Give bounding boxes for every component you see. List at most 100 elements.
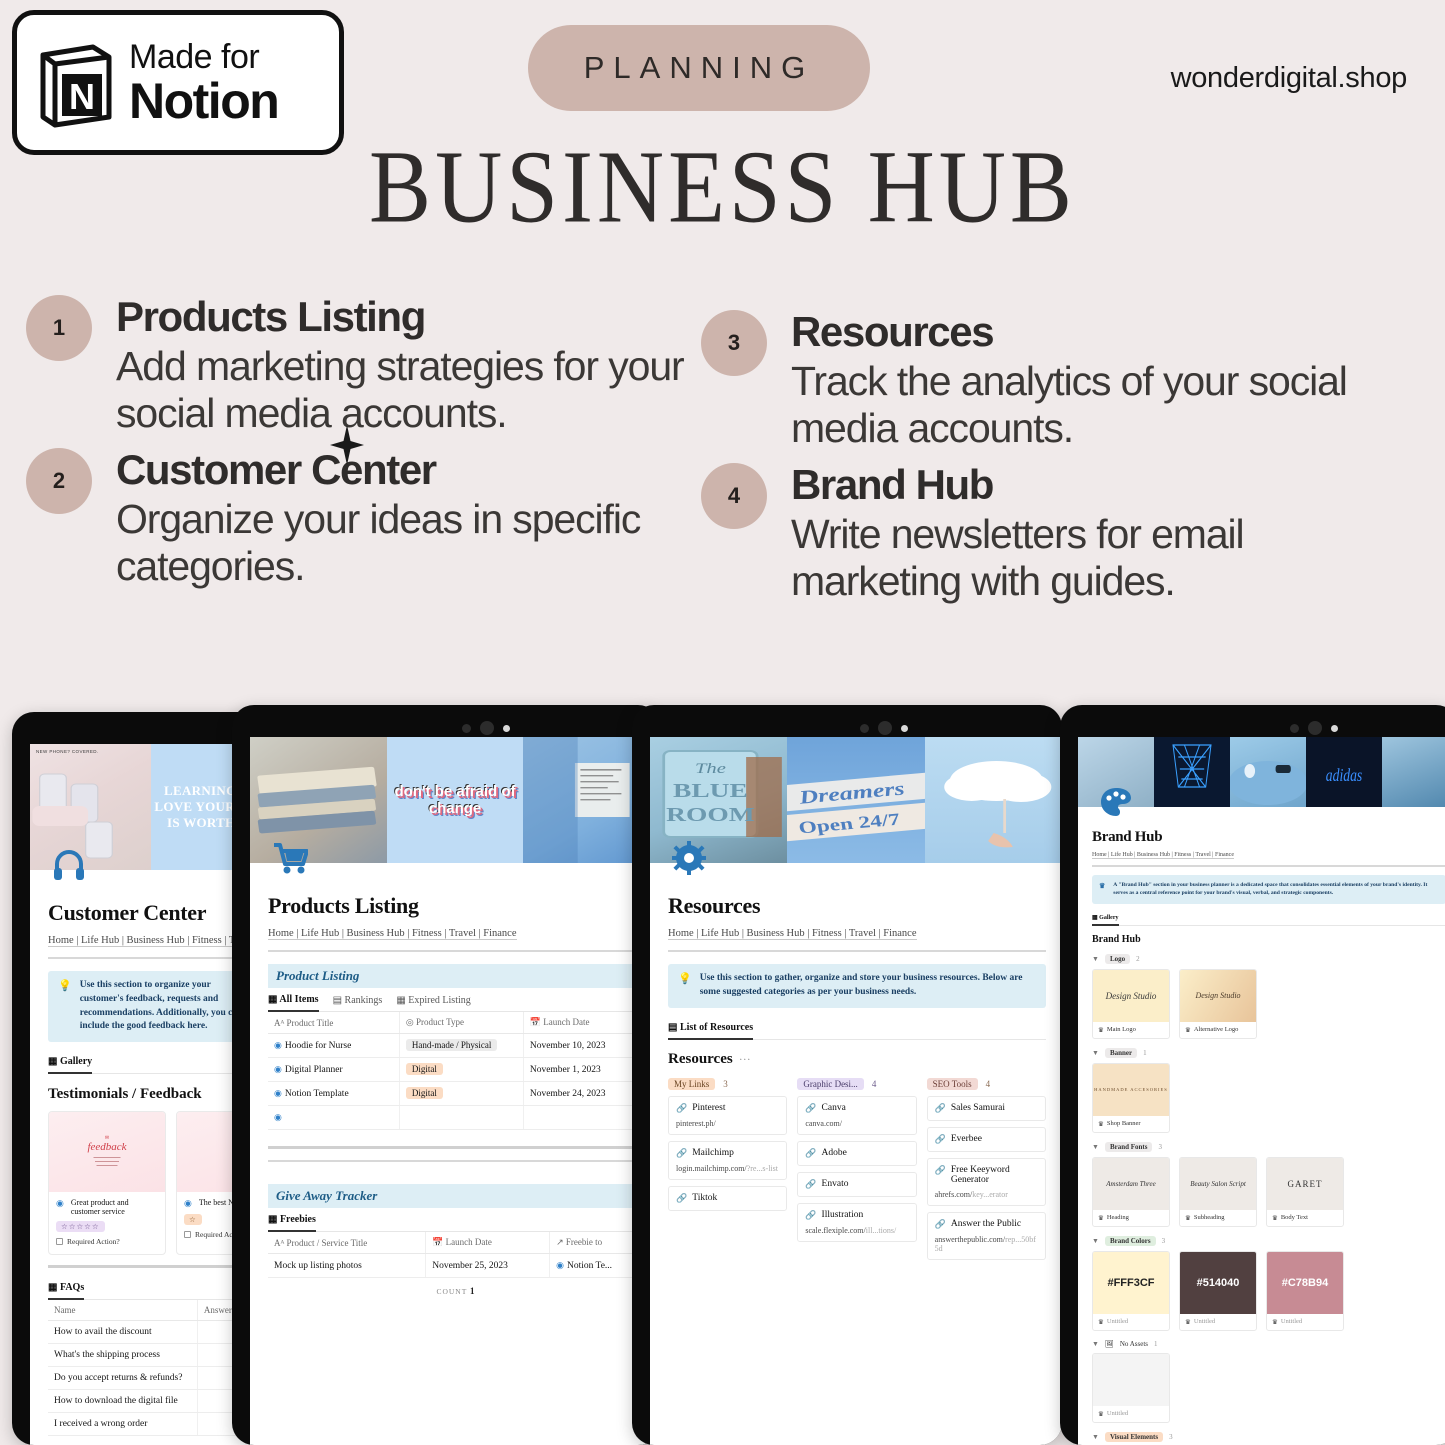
table-row[interactable]: ◉ Digital Planner Digital November 1, 202… [268, 1057, 645, 1082]
faq-view-tabs[interactable]: ▦ FAQs [48, 1282, 256, 1301]
view-tabs[interactable]: ▦ Gallery [1092, 914, 1445, 926]
freebies-view-tabs[interactable]: ▦ Freebies [268, 1214, 644, 1232]
table-row[interactable]: ◉ Notion Template Digital November 24, 20… [268, 1081, 645, 1106]
table-row[interactable]: What's the shipping process [48, 1343, 257, 1368]
feature-title: Resources [791, 308, 995, 355]
column-header[interactable]: My Links 3 [668, 1077, 787, 1096]
column-header[interactable]: ↗ Freebie to [549, 1232, 644, 1254]
table-header-row: Aᴬ Product Title ◎ Product Type 📅 Launch… [268, 1012, 645, 1034]
breadcrumb[interactable]: Home | Life Hub | Business Hub | Fitness… [268, 928, 644, 940]
group-header[interactable]: ▼ 🖼 No Assets 1 [1092, 1340, 1445, 1348]
group-header[interactable]: ▼ Visual Elements 3 [1092, 1431, 1445, 1442]
view-tabs[interactable]: ▦ All Items ▤ Rankings ▦ Expired Listing [268, 994, 644, 1012]
divider [48, 1265, 256, 1269]
product-title: ◉ Notion Template [268, 1081, 400, 1106]
tab-all-items[interactable]: ▦ All Items [268, 994, 319, 1012]
planning-label: PLANNING [583, 50, 815, 85]
gallery-card[interactable]: GARET ♛ Body Text [1266, 1156, 1344, 1227]
link-icon: 🔗 [676, 1102, 688, 1113]
table-header-row: Aᴬ Product / Service Title 📅 Launch Date… [268, 1232, 644, 1254]
checkbox-label: Required Action? [67, 1237, 120, 1247]
table-row-new[interactable]: ◉ [268, 1105, 645, 1130]
gallery-card[interactable]: Amsterdam Three ♛ Heading [1092, 1156, 1170, 1227]
group-count: 2 [1136, 954, 1140, 963]
crown-icon: ♛ [1272, 1318, 1278, 1326]
type-tag: Digital [405, 1087, 443, 1099]
column-header[interactable]: 📅 Launch Date [523, 1012, 645, 1034]
board-card[interactable]: 🔗 Adobe [797, 1140, 917, 1166]
board-card[interactable]: 🔗 Illustration scale.flexiple.com/ill...t… [797, 1202, 917, 1242]
feature-number-badge: 1 [26, 295, 92, 361]
gallery-card-color[interactable]: #514040 ♛ Untitled [1179, 1250, 1257, 1331]
gallery-card[interactable]: Design Studio ♛ Alternative Logo [1179, 968, 1257, 1039]
tab-expired-listing[interactable]: ▦ Expired Listing [396, 995, 470, 1006]
table-row[interactable]: Do you accept returns & refunds? [48, 1366, 257, 1391]
card-caption: ♛ Untitled [1098, 1410, 1129, 1418]
group-header[interactable]: ▼ Brand Colors 3 [1092, 1235, 1445, 1246]
board-card[interactable]: 🔗 Answer the Public answerthepublic.com/r… [926, 1211, 1046, 1260]
gallery-card-color[interactable]: #FFF3CF ♛ Untitled [1092, 1250, 1170, 1331]
gallery-card[interactable]: ♛ Untitled [1092, 1352, 1170, 1423]
board-menu-icon[interactable]: ··· [739, 1052, 751, 1067]
breadcrumb[interactable]: Home | Life Hub | Business Hub | Fitness… [668, 928, 1046, 940]
gallery-card[interactable]: HANDMADE ACCESORIES ♛ Shop Banner [1092, 1062, 1170, 1133]
svg-text:BLUE: BLUE [673, 780, 748, 802]
link-icon: 🔗 [805, 1178, 817, 1189]
column-header[interactable]: Graphic Desi... 4 [797, 1077, 916, 1096]
group-cards: ♛ Untitled [1092, 1352, 1445, 1423]
table-row[interactable]: How to download the digital file [48, 1389, 257, 1414]
page-bullet-icon: ◉ [274, 1040, 282, 1050]
breadcrumb[interactable]: Home | Life Hub | Business Hub | Fitness… [48, 935, 272, 947]
column-header[interactable]: Name [48, 1300, 198, 1322]
gallery-card[interactable]: Design Studio ♛ Main Logo [1092, 968, 1170, 1039]
tab-rankings[interactable]: ▤ Rankings [333, 995, 383, 1006]
board-card[interactable]: 🔗 Free Keeyword Generator ahrefs.com/key.… [926, 1157, 1046, 1206]
table-row[interactable]: I received a wrong order [48, 1412, 257, 1437]
tab-list-of-resources[interactable]: ▤ List of Resources [668, 1022, 754, 1040]
link-icon: 🔗 [934, 1102, 946, 1113]
callout-text: A "Brand Hub" section in your business p… [1113, 882, 1428, 897]
column-header[interactable]: SEO Tools 4 [926, 1077, 1046, 1096]
divider [268, 1160, 644, 1162]
column-header[interactable]: 📅 Launch Date [425, 1232, 551, 1254]
product-type: Hand-made / Physical [399, 1033, 524, 1058]
count-label: COUNT [436, 1287, 468, 1296]
board-card[interactable]: 🔗 Tiktok [668, 1185, 788, 1211]
column-header[interactable]: ◎ Product Type [399, 1012, 524, 1034]
group-header[interactable]: ▼ Logo 2 [1092, 953, 1445, 964]
cover-image-3 [1230, 737, 1306, 807]
table-row[interactable]: How to avail the discount [48, 1320, 257, 1345]
add-row-button[interactable]: ◉ [268, 1105, 400, 1130]
card-image [1093, 1353, 1169, 1406]
tab-freebies[interactable]: ▦ Freebies [268, 1214, 316, 1232]
board-card[interactable]: 🔗 Pinterest pinterest.ph/ [668, 1095, 788, 1135]
board-card[interactable]: 🔗 Mailchimp login.mailchimp.com/?re...s-l… [668, 1140, 788, 1180]
column-header[interactable]: Aᴬ Product Title [268, 1012, 400, 1034]
card-url: login.mailchimp.com/?re...s-list [676, 1163, 778, 1173]
crown-icon: ♛ [1099, 882, 1106, 890]
required-action-checkbox[interactable]: Required Action? [56, 1237, 158, 1246]
board-card[interactable]: 🔗 Everbee [926, 1126, 1046, 1152]
view-tabs[interactable]: ▦ Gallery [48, 1056, 256, 1075]
group-header[interactable]: ▼ Brand Fonts 3 [1092, 1141, 1445, 1152]
tab-faqs[interactable]: ▦ FAQs [48, 1282, 85, 1301]
gallery-card-color[interactable]: #C78B94 ♛ Untitled [1266, 1250, 1344, 1331]
crown-icon: ♛ [1098, 1410, 1104, 1418]
group-count: 1 [1143, 1048, 1147, 1057]
notion-page-body: Brand Hub Home | Life Hub | Business Hub… [1078, 829, 1445, 1445]
gallery-card[interactable]: ✉ feedback ▬▬▬▬▬▬▬▬▬ ▬▬▬▬▬▬▬▬ ▬▬▬▬▬▬▬ ◉ Gre… [48, 1111, 166, 1256]
group-header[interactable]: ▼ Banner 1 [1092, 1047, 1445, 1058]
view-tabs[interactable]: ▤ List of Resources [668, 1022, 1046, 1040]
table-row[interactable]: ◉ Hoodie for Nurse Hand-made / Physical N… [268, 1033, 645, 1058]
board-card[interactable]: 🔗 Envato [797, 1171, 917, 1197]
breadcrumb[interactable]: Home | Life Hub | Business Hub | Fitness… [1092, 852, 1445, 859]
tab-gallery[interactable]: ▦ Gallery [48, 1056, 93, 1075]
column-header[interactable]: Aᴬ Product / Service Title [268, 1232, 427, 1254]
giveaway-title: Mock up listing photos [268, 1253, 427, 1278]
notion-page-body: Resources Home | Life Hub | Business Hub… [650, 893, 1062, 1274]
tab-gallery[interactable]: ▦ Gallery [1092, 914, 1119, 926]
gallery-card[interactable]: Beauty Salon Script ♛ Subheading [1179, 1156, 1257, 1227]
table-row[interactable]: Mock up listing photos November 25, 2023… [268, 1253, 644, 1278]
board-card[interactable]: 🔗 Sales Samurai [926, 1095, 1046, 1121]
board-card[interactable]: 🔗 Canva canva.com/ [797, 1095, 917, 1135]
